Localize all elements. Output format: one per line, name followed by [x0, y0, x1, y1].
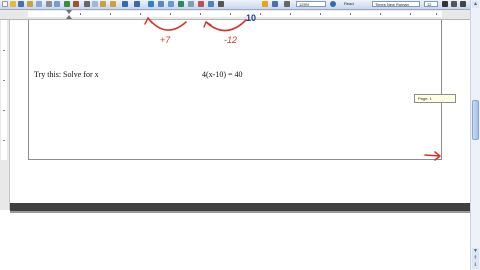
- previous-page-icon[interactable]: ⇑: [472, 255, 479, 262]
- font-name-select[interactable]: Times New Roman: [372, 1, 420, 7]
- open-icon[interactable]: [10, 1, 16, 7]
- ruler-tick: [230, 13, 231, 15]
- ruler-tick: [380, 13, 381, 15]
- problem-equation: 4(x-10) = 40: [202, 70, 243, 79]
- zoom-select[interactable]: 125%: [296, 1, 326, 7]
- ink-label-topright: 10: [246, 13, 257, 23]
- ruler-text-area: [1, 20, 7, 160]
- show-hide-icon[interactable]: [218, 1, 224, 7]
- print-preview-icon[interactable]: [54, 1, 60, 7]
- highlight-icon[interactable]: [262, 1, 268, 7]
- undo-icon[interactable]: [122, 1, 128, 7]
- insert-excel-icon[interactable]: [178, 1, 184, 7]
- ruler-tick: [80, 13, 81, 15]
- copy-icon[interactable]: [92, 1, 98, 7]
- formatting-toolbar: 125% Read Times New Roman 12: [0, 0, 480, 10]
- print-icon[interactable]: [46, 1, 52, 7]
- next-page-area[interactable]: [10, 213, 470, 270]
- cut-icon[interactable]: [84, 1, 90, 7]
- ruler-tick: [200, 13, 201, 15]
- document-map-icon[interactable]: [208, 1, 214, 7]
- ink-label-left: +7: [160, 35, 171, 45]
- next-page-icon[interactable]: ⇓: [472, 262, 479, 269]
- ruler-tick: [320, 13, 321, 15]
- format-painter-icon[interactable]: [110, 1, 116, 7]
- ruler-tick: [350, 13, 351, 15]
- paragraph-mark-icon[interactable]: [284, 1, 290, 7]
- email-icon[interactable]: [36, 1, 42, 7]
- ruler-tick: [170, 13, 171, 15]
- ink-icon[interactable]: [272, 1, 278, 7]
- hanging-indent-marker[interactable]: [66, 15, 72, 19]
- columns-icon[interactable]: [188, 1, 194, 7]
- scrollbar-thumb[interactable]: [472, 100, 479, 140]
- redo-icon[interactable]: [134, 1, 140, 7]
- vertical-ruler[interactable]: [0, 20, 10, 210]
- ruler-tick: [260, 13, 261, 15]
- save-icon[interactable]: [18, 1, 24, 7]
- ruler-tick: [410, 13, 411, 15]
- permission-icon[interactable]: [27, 1, 33, 7]
- ruler-tick: [110, 13, 111, 15]
- scroll-up-icon[interactable]: ▲: [472, 1, 479, 8]
- bold-icon[interactable]: [442, 1, 448, 7]
- insert-table-icon[interactable]: [168, 1, 174, 7]
- font-size-select[interactable]: 12: [424, 1, 438, 7]
- ruler-tick: [3, 80, 5, 81]
- ruler-tick: [290, 13, 291, 15]
- ink-label-right: -12: [224, 35, 238, 45]
- scroll-down-icon[interactable]: ▼: [472, 248, 479, 255]
- tables-borders-icon[interactable]: [158, 1, 164, 7]
- horizontal-ruler[interactable]: [0, 10, 470, 20]
- hyperlink-icon[interactable]: [148, 1, 154, 7]
- first-line-indent-marker[interactable]: [66, 10, 72, 14]
- paste-icon[interactable]: [100, 1, 106, 7]
- italic-icon[interactable]: [451, 1, 457, 7]
- ruler-tick: [3, 50, 5, 51]
- help-icon[interactable]: [330, 1, 336, 7]
- ruler-tick: [3, 140, 5, 141]
- read-button[interactable]: Read: [344, 1, 354, 7]
- drawing-icon[interactable]: [198, 1, 204, 7]
- ruler-tick: [436, 13, 437, 15]
- page-break-bar: [10, 203, 470, 211]
- underline-icon[interactable]: [460, 1, 466, 7]
- spelling-icon[interactable]: [64, 1, 70, 7]
- ruler-tick: [3, 110, 5, 111]
- page-tooltip: Page: 1: [414, 94, 456, 103]
- new-icon[interactable]: [2, 1, 8, 7]
- ruler-tick: [140, 13, 141, 15]
- research-icon[interactable]: [73, 1, 79, 7]
- problem-prompt: Try this: Solve for x: [34, 70, 99, 79]
- vertical-scrollbar[interactable]: ▲ ▼ ⇑ ⇓: [470, 0, 480, 270]
